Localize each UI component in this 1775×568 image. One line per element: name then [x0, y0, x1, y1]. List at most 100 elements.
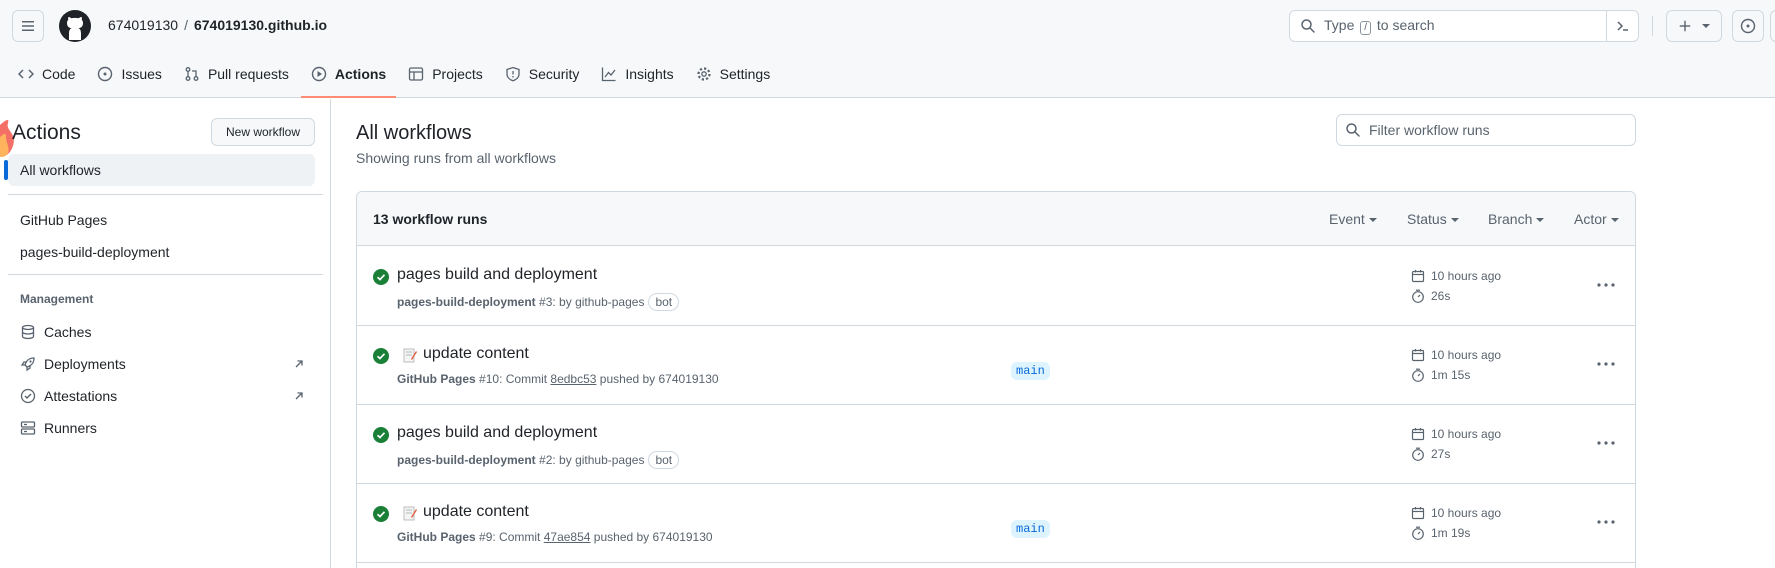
verified-icon — [20, 388, 36, 404]
filter-runs-input[interactable]: Filter workflow runs — [1336, 114, 1636, 146]
actor-filter-dropdown[interactable]: Actor — [1574, 211, 1619, 227]
sidebar-item-attestations[interactable]: Attestations — [8, 380, 315, 412]
commit-sha-link[interactable]: 8edbc53 — [550, 372, 596, 386]
hamburger-icon — [22, 21, 34, 31]
gear-icon — [697, 67, 711, 81]
status-filter-dropdown[interactable]: Status — [1407, 211, 1459, 227]
tab-label: Issues — [121, 66, 162, 82]
sidebar-item-deployments[interactable]: Deployments — [8, 348, 315, 380]
check-circle-icon — [373, 269, 389, 285]
check-circle-icon — [373, 348, 389, 364]
pull-request-icon — [185, 67, 199, 81]
breadcrumb-owner[interactable]: 674019130 — [108, 17, 178, 33]
caret-down-icon — [1450, 218, 1459, 223]
workflow-run-row[interactable]: update content GitHub Pages #10: Commit … — [357, 326, 1635, 405]
tab-issues[interactable]: Issues — [87, 56, 171, 92]
tab-security[interactable]: Security — [495, 56, 590, 92]
workflow-run-row[interactable]: pages build and deployment pages-build-d… — [357, 405, 1635, 484]
tab-label: Pull requests — [207, 66, 289, 82]
branch-filter-dropdown[interactable]: Branch — [1488, 211, 1545, 227]
calendar-icon — [1411, 428, 1425, 441]
memo-emoji-icon — [403, 506, 417, 521]
run-meta: pages-build-deployment #3: by github-pag… — [397, 293, 680, 311]
search-icon — [1301, 19, 1315, 33]
caret-down-icon — [1536, 218, 1545, 223]
run-duration: 27s — [1411, 447, 1450, 461]
sidebar-item-runners[interactable]: Runners — [8, 412, 315, 444]
breadcrumb-repo[interactable]: 674019130.github.io — [194, 17, 327, 33]
event-filter-dropdown[interactable]: Event — [1329, 211, 1377, 227]
sidebar-item-label: Attestations — [44, 388, 118, 404]
app-header: 674019130 / 674019130.github.io Type / to … — [0, 0, 1775, 98]
sidebar-title: Actions — [12, 121, 81, 144]
stopwatch-icon — [1412, 289, 1424, 303]
tab-settings[interactable]: Settings — [686, 56, 781, 92]
pull-requests-button[interactable] — [1770, 10, 1775, 42]
repo-nav: Code Issues Pull requests Actions Projec… — [8, 56, 782, 98]
play-icon — [311, 66, 327, 82]
new-workflow-button[interactable]: New workflow — [211, 118, 315, 146]
table-icon — [409, 67, 424, 81]
actor-filter-label: Actor — [1574, 211, 1607, 227]
run-title[interactable]: update content — [423, 345, 529, 363]
check-circle-icon — [373, 506, 389, 522]
sidebar-item-github-pages[interactable]: GitHub Pages — [8, 204, 315, 236]
run-when: 10 hours ago — [1431, 269, 1502, 283]
commit-sha-link[interactable]: 47ae854 — [544, 530, 591, 544]
rocket-icon — [20, 357, 35, 372]
runs-list-header: 13 workflow runs Event Status Branch Act… — [357, 192, 1635, 246]
search-input[interactable]: Type / to search — [1289, 10, 1639, 42]
command-palette-button[interactable] — [1606, 11, 1638, 41]
branch-label[interactable]: main — [1011, 520, 1050, 538]
run-number: #3 — [539, 295, 553, 309]
run-detail: : by github-pages — [552, 453, 645, 467]
create-new-button[interactable] — [1666, 10, 1722, 42]
top-bar: 674019130 / 674019130.github.io Type / to … — [0, 0, 1775, 52]
run-menu-button[interactable] — [1591, 352, 1621, 376]
tab-label: Settings — [719, 66, 771, 82]
bot-badge: bot — [648, 293, 680, 311]
issues-button[interactable] — [1732, 10, 1764, 42]
run-menu-button[interactable] — [1591, 273, 1621, 297]
plus-icon — [1679, 20, 1690, 32]
kebab-horizontal-icon — [1597, 441, 1615, 445]
workflow-run-row[interactable]: update content GitHub Pages #9: Commit 4… — [357, 484, 1635, 563]
sidebar-item-all-workflows[interactable]: All workflows — [4, 154, 315, 186]
page-title: All workflows — [356, 122, 472, 144]
run-menu-button[interactable] — [1591, 510, 1621, 534]
sidebar-item-caches[interactable]: Caches — [8, 316, 315, 348]
menu-button[interactable] — [12, 10, 44, 42]
branch-label[interactable]: main — [1011, 362, 1050, 380]
run-duration: 26s — [1411, 289, 1450, 303]
run-meta: GitHub Pages #9: Commit 47ae854 pushed b… — [397, 530, 713, 544]
run-title[interactable]: pages build and deployment — [397, 424, 597, 442]
workflow-run-row[interactable]: pages build and deployment pages-build-d… — [357, 247, 1635, 326]
sidebar-item-pages-build-deployment[interactable]: pages-build-deployment — [8, 236, 315, 268]
database-icon — [21, 324, 35, 340]
tab-actions[interactable]: Actions — [300, 56, 397, 98]
tab-insights[interactable]: Insights — [591, 56, 683, 92]
run-workflow: GitHub Pages — [397, 372, 476, 386]
tab-pull-requests[interactable]: Pull requests — [174, 56, 299, 92]
run-commit-prefix: : Commit — [499, 372, 548, 386]
workflow-runs-list: 13 workflow runs Event Status Branch Act… — [356, 191, 1636, 568]
run-meta: pages-build-deployment #2: by github-pag… — [397, 451, 680, 469]
calendar-icon — [1411, 270, 1425, 283]
github-logo-icon[interactable] — [59, 10, 91, 42]
issue-opened-icon — [1740, 18, 1756, 34]
slash-key-hint: / — [1360, 21, 1372, 35]
run-duration-value: 26s — [1431, 289, 1451, 303]
caret-down-icon — [1368, 218, 1377, 223]
run-when: 10 hours ago — [1431, 427, 1502, 441]
run-duration-value: 1m 15s — [1431, 368, 1471, 382]
server-icon — [20, 421, 36, 435]
event-filter-label: Event — [1329, 211, 1365, 227]
sidebar-item-label: Runners — [44, 420, 97, 436]
header-divider — [1652, 16, 1653, 36]
run-title[interactable]: pages build and deployment — [397, 266, 597, 284]
run-menu-button[interactable] — [1591, 431, 1621, 455]
caret-down-icon — [1610, 218, 1619, 223]
run-title[interactable]: update content — [423, 503, 529, 521]
tab-projects[interactable]: Projects — [398, 56, 493, 92]
tab-code[interactable]: Code — [8, 56, 85, 92]
